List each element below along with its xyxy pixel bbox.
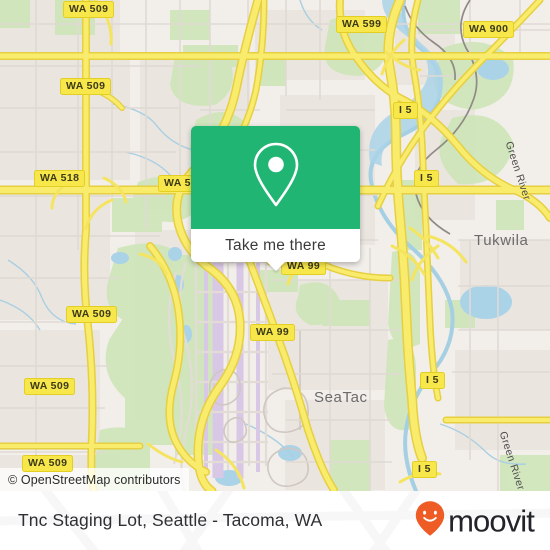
moovit-brand[interactable]: moovit: [415, 500, 535, 541]
road-shield: WA 509: [60, 78, 112, 95]
road-shield: WA 509: [22, 455, 74, 472]
road-shield: I 5: [414, 170, 439, 187]
road-shield: I 5: [412, 461, 437, 478]
take-me-there-label: Take me there: [225, 236, 326, 254]
road-shield: WA 509: [63, 1, 115, 18]
road-shield: WA 900: [463, 21, 515, 38]
popup-tail-pointer: [265, 261, 286, 271]
popup-header: [191, 126, 360, 229]
place-label-tukwila: Tukwila: [474, 232, 529, 249]
footer-bar: Tnc Staging Lot, Seattle - Tacoma, WA mo…: [0, 491, 550, 550]
road-shield: I 5: [420, 372, 445, 389]
road-shield: WA 509: [24, 378, 76, 395]
moovit-pin-smiley-icon: [415, 500, 445, 541]
screenshot-root: Tukwila SeaTac Green River Green River W…: [0, 0, 550, 550]
road-shield: WA 599: [336, 16, 388, 33]
road-shield: WA 518: [34, 170, 86, 187]
road-shield: I 5: [393, 102, 418, 119]
place-label-seatac: SeaTac: [314, 389, 368, 406]
road-shield: WA 99: [250, 324, 296, 341]
popup-footer[interactable]: Take me there: [191, 229, 360, 271]
location-popup[interactable]: Take me there: [191, 126, 360, 271]
place-title: Tnc Staging Lot, Seattle - Tacoma, WA: [18, 510, 323, 530]
map-pin-icon: [247, 138, 305, 217]
road-shield: WA 509: [66, 306, 118, 323]
moovit-wordmark: moovit: [448, 503, 535, 538]
